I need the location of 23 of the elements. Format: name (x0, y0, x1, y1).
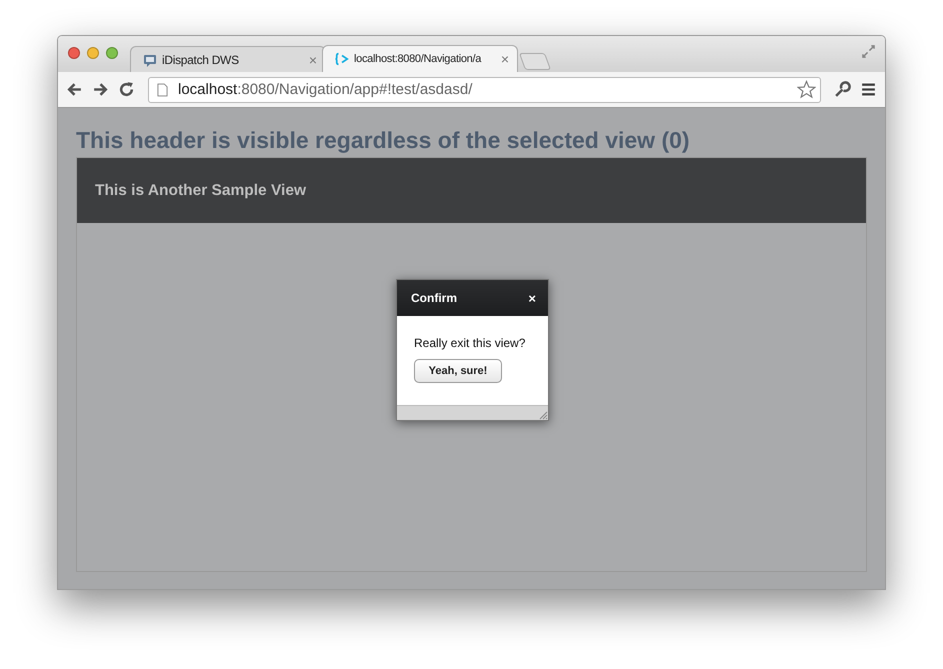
minimize-window-icon[interactable] (87, 47, 99, 59)
close-window-icon[interactable] (68, 47, 80, 59)
reload-icon[interactable] (118, 81, 135, 98)
view-title: This is Another Sample View (95, 182, 306, 200)
browser-tab[interactable]: iDispatch DWS × (130, 46, 326, 72)
confirm-button[interactable]: Yeah, sure! (414, 359, 502, 383)
close-tab-button[interactable]: × (500, 51, 509, 67)
fullscreen-icon[interactable] (862, 45, 875, 58)
menu-icon[interactable] (860, 81, 877, 98)
zoom-window-icon[interactable] (106, 47, 118, 59)
app-icon (143, 52, 157, 66)
resize-handle-icon[interactable] (538, 410, 548, 420)
address-bar[interactable]: localhost:8080/Navigation/app#!test/asdasd/ (148, 76, 821, 102)
brackets-icon (335, 52, 349, 66)
back-icon[interactable] (66, 81, 83, 98)
dialog-title: Confirm (411, 291, 457, 305)
forward-icon[interactable] (92, 81, 109, 98)
page-heading: This header is visible regardless of the selected view (0) (76, 126, 691, 154)
page-icon (157, 82, 168, 96)
browser-tab[interactable]: localhost:8080/Navigation/a × (322, 45, 518, 72)
close-button[interactable]: × (528, 290, 536, 306)
dialog-message: Really exit this view? (414, 336, 526, 350)
star-icon[interactable] (797, 80, 816, 99)
